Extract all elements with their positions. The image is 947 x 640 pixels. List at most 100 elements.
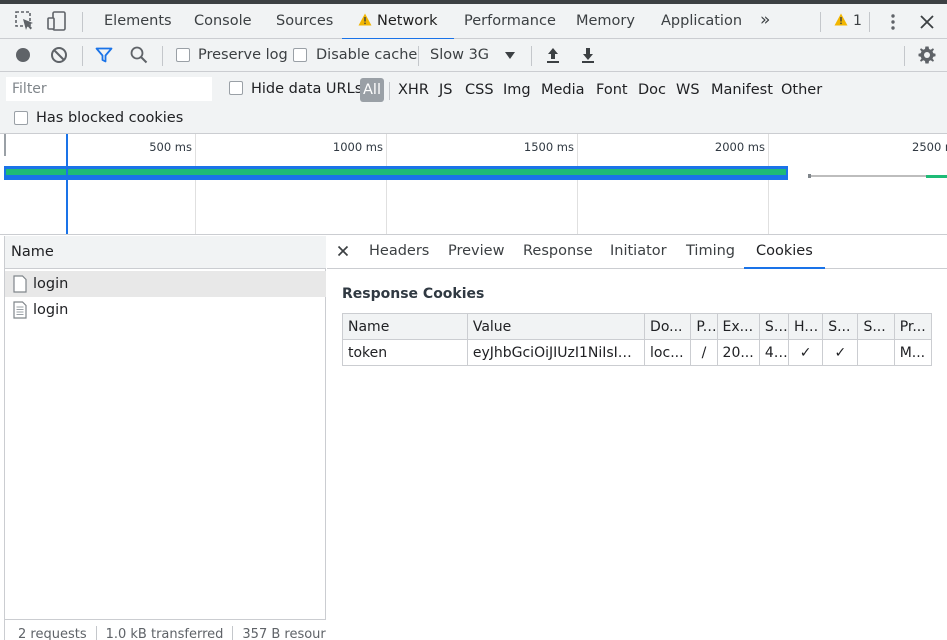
export-har-icon[interactable] — [578, 45, 598, 65]
network-toolbar: Preserve log Disable cache Slow 3G — [0, 39, 947, 72]
record-icon[interactable] — [13, 45, 33, 65]
overview-left-handle[interactable] — [4, 134, 6, 156]
type-filter-img[interactable]: Img — [503, 78, 531, 102]
type-filter-xhr[interactable]: XHR — [398, 78, 429, 102]
cookie-priority: M... — [893, 339, 933, 366]
network-overview[interactable]: 500 ms 1000 ms 1500 ms 2000 ms 2500 ms — [0, 134, 947, 235]
throttling-select[interactable]: Slow 3G — [430, 39, 489, 72]
column-priority[interactable]: Pr... — [893, 313, 933, 340]
type-filter-manifest[interactable]: Manifest — [711, 78, 773, 102]
name-column-header[interactable]: Name — [5, 236, 326, 269]
column-size[interactable]: S... — [758, 313, 790, 340]
clear-icon[interactable] — [49, 45, 69, 65]
filter-input[interactable] — [6, 77, 212, 101]
requests-panel: Name login login 2 requests 1.0 kB transf… — [4, 236, 326, 640]
warning-icon — [358, 13, 372, 26]
type-filter-js[interactable]: JS — [439, 78, 452, 102]
tab-preview[interactable]: Preview — [448, 236, 504, 269]
timeline-gridline — [386, 134, 387, 234]
type-filter-ws[interactable]: WS — [676, 78, 700, 102]
timeline-tick-label: 2500 ms — [912, 140, 947, 154]
request-row[interactable]: login — [5, 297, 326, 323]
tab-memory[interactable]: Memory — [576, 4, 635, 39]
close-icon[interactable] — [337, 245, 349, 257]
type-filter-other[interactable]: Other — [781, 78, 822, 102]
column-expires[interactable]: Ex... — [716, 313, 760, 340]
issues-counter[interactable]: 1 — [834, 4, 862, 39]
filter-icon[interactable] — [94, 45, 114, 65]
close-devtools-icon[interactable] — [918, 13, 936, 31]
tab-console[interactable]: Console — [194, 4, 252, 39]
gear-icon[interactable] — [917, 45, 937, 65]
network-status-bar: 2 requests 1.0 kB transferred 357 B resour… — [5, 619, 326, 640]
tab-performance[interactable]: Performance — [464, 4, 556, 39]
tab-application[interactable]: Application — [661, 4, 742, 39]
cookie-row[interactable]: token eyJhbGciOiJIUzI1NiIsInR5cCI6IkpXVC… — [342, 339, 933, 366]
filter-divider — [389, 82, 390, 100]
request-timing-tail-fill — [926, 175, 947, 178]
tab-network[interactable]: Network — [342, 4, 454, 40]
document-icon — [13, 275, 27, 293]
timeline-tick-label: 1000 ms — [332, 140, 383, 154]
cookie-domain: loc... — [644, 339, 692, 366]
cookie-size: 4... — [758, 339, 790, 366]
column-secure[interactable]: S... — [822, 313, 859, 340]
timeline-gridline — [768, 134, 769, 234]
toolbar-divider — [904, 46, 905, 66]
column-samesite[interactable]: S... — [857, 313, 895, 340]
has-blocked-cookies-checkbox[interactable] — [14, 111, 28, 125]
request-row[interactable]: login — [5, 271, 326, 297]
more-tabs-button[interactable]: » — [760, 4, 771, 39]
tab-response[interactable]: Response — [523, 236, 593, 269]
toolbar-divider — [82, 12, 83, 32]
request-name: login — [33, 302, 69, 318]
timeline-gridline — [577, 134, 578, 234]
inspect-element-icon[interactable] — [14, 10, 36, 32]
device-toolbar-icon[interactable] — [46, 10, 68, 32]
preserve-log-label: Preserve log — [198, 47, 288, 63]
timeline-tick-label: 500 ms — [149, 140, 192, 154]
tab-network-label: Network — [377, 13, 438, 29]
timeline-gridline — [195, 134, 196, 234]
tab-elements[interactable]: Elements — [104, 4, 172, 39]
disable-cache-label: Disable cache — [316, 47, 418, 63]
import-har-icon[interactable] — [543, 45, 563, 65]
more-options-icon[interactable] — [884, 13, 902, 31]
search-icon[interactable] — [129, 45, 149, 65]
tab-sources[interactable]: Sources — [276, 4, 333, 39]
toolbar-divider — [82, 46, 83, 66]
column-value[interactable]: Value — [466, 313, 646, 340]
type-filter-css[interactable]: CSS — [465, 78, 494, 102]
cookie-secure: ✓ — [822, 339, 859, 366]
tab-cookies[interactable]: Cookies — [744, 236, 825, 269]
dom-content-loaded-marker — [66, 134, 68, 234]
type-filter-doc[interactable]: Doc — [638, 78, 666, 102]
cookie-path: / — [690, 339, 718, 366]
filter-bar: Hide data URLs All XHR JS CSS Img Media … — [0, 72, 947, 134]
cookies-header-row: Name Value Do... P... Ex... S... H... S.… — [342, 313, 933, 340]
preserve-log-checkbox[interactable] — [176, 48, 190, 62]
transferred-size: 1.0 kB transferred — [105, 627, 224, 640]
cookie-name: token — [342, 339, 468, 366]
tab-headers[interactable]: Headers — [369, 236, 429, 269]
tab-initiator[interactable]: Initiator — [610, 236, 667, 269]
column-domain[interactable]: Do... — [644, 313, 692, 340]
cookies-table: Name Value Do... P... Ex... S... H... S.… — [342, 313, 933, 366]
disable-cache-checkbox[interactable] — [293, 48, 307, 62]
request-name: login — [33, 276, 69, 292]
hide-data-urls-checkbox[interactable] — [229, 81, 243, 95]
column-httponly[interactable]: H... — [787, 313, 824, 340]
toolbar-divider — [418, 46, 419, 66]
timeline-tick-label: 1500 ms — [523, 140, 574, 154]
type-filter-all[interactable]: All — [360, 78, 384, 102]
request-count: 2 requests — [18, 627, 87, 640]
cookie-value: eyJhbGciOiJIUzI1NiIsInR5cCI6IkpXVCJ9 — [466, 339, 646, 366]
response-cookies-title: Response Cookies — [342, 286, 485, 302]
type-filter-font[interactable]: Font — [596, 78, 628, 102]
tab-timing[interactable]: Timing — [686, 236, 735, 269]
column-path[interactable]: P... — [690, 313, 718, 340]
type-filter-media[interactable]: Media — [541, 78, 585, 102]
request-details-panel: Headers Preview Response Initiator Timin… — [327, 236, 947, 640]
chevron-down-icon[interactable] — [505, 52, 515, 59]
column-name[interactable]: Name — [342, 313, 468, 340]
